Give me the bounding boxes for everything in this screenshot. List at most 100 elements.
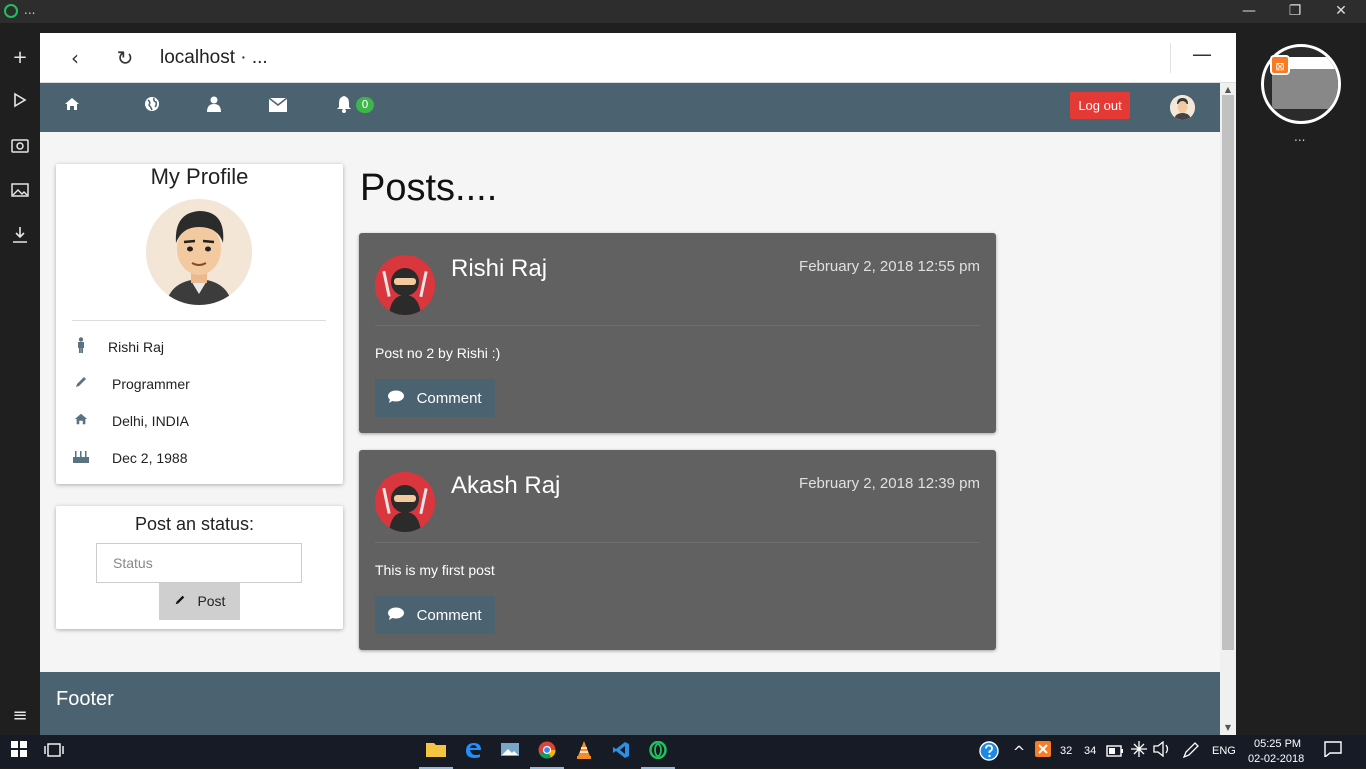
notification-badge: 0 <box>356 97 374 113</box>
bell-icon[interactable] <box>332 95 356 119</box>
opera-logo-icon <box>4 4 18 18</box>
divider <box>375 325 980 326</box>
url-text[interactable]: localhost · ... <box>160 47 268 69</box>
image-icon[interactable] <box>8 181 32 205</box>
windows-start-icon[interactable] <box>8 741 30 763</box>
xampp-tray-icon[interactable] <box>1032 741 1054 763</box>
profile-name: Rishi Raj <box>108 339 165 355</box>
profile-avatar <box>146 199 252 305</box>
post-author[interactable]: Rishi Raj <box>451 255 547 283</box>
play-icon[interactable] <box>8 91 32 115</box>
minimize-window-button[interactable]: — <box>1226 0 1272 23</box>
scrollbar-thumb[interactable] <box>1222 95 1234 650</box>
globe-icon[interactable] <box>140 95 164 119</box>
clock-date[interactable]: 02-02-2018 <box>1248 753 1304 765</box>
language-indicator[interactable]: ENG <box>1212 745 1236 757</box>
task-view-icon[interactable] <box>43 741 65 763</box>
post-card: Akash Raj February 2, 2018 12:39 pm This… <box>359 450 996 650</box>
vertical-scrollbar[interactable]: ▲ ▼ <box>1220 83 1236 735</box>
post-card: Rishi Raj February 2, 2018 12:55 pm Post… <box>359 233 996 433</box>
tray-value-1: 32 <box>1060 745 1073 757</box>
scroll-down-icon[interactable]: ▼ <box>1223 723 1233 733</box>
profile-birthday-row: Dec 2, 1988 <box>72 448 322 470</box>
comment-icon <box>388 607 408 624</box>
page-footer: Footer <box>40 672 1220 735</box>
male-icon <box>72 337 90 359</box>
help-icon[interactable] <box>978 741 1000 763</box>
vlc-icon[interactable] <box>573 741 595 763</box>
profile-occupation-row: Programmer <box>72 374 322 396</box>
home-icon <box>72 411 90 433</box>
xampp-icon: ⊠ <box>1270 55 1290 75</box>
minimize-panel-button[interactable]: — <box>1192 44 1212 65</box>
scroll-up-icon[interactable]: ▲ <box>1223 85 1233 95</box>
file-explorer-icon[interactable] <box>419 741 453 769</box>
status-input[interactable] <box>96 543 302 583</box>
address-bar: ‹ ↻ localhost · ... — <box>40 33 1236 83</box>
comment-button[interactable]: Comment <box>375 596 495 634</box>
comment-icon <box>388 390 408 407</box>
camera-icon[interactable] <box>8 136 32 160</box>
divider <box>375 542 980 543</box>
profile-occupation: Programmer <box>112 376 190 392</box>
post-date: February 2, 2018 12:55 pm <box>799 258 980 275</box>
pen-icon[interactable] <box>1180 741 1202 763</box>
edge-icon[interactable] <box>462 741 484 763</box>
post-date: February 2, 2018 12:39 pm <box>799 475 980 492</box>
notifications-icon[interactable] <box>1322 741 1344 763</box>
reload-button[interactable]: ↻ <box>112 45 138 71</box>
window-titlebar: ... — ❐ ✕ <box>0 0 1366 23</box>
window-title: ... <box>24 3 36 17</box>
post-button-label: Post <box>197 593 226 609</box>
profile-location: Delhi, INDIA <box>112 413 190 429</box>
ninja-avatar <box>375 255 435 315</box>
profile-location-row: Delhi, INDIA <box>72 411 322 433</box>
profile-name-row: Rishi Raj <box>72 337 322 359</box>
comment-button-label: Comment <box>416 389 482 407</box>
chevron-up-icon[interactable]: ^ <box>1008 741 1030 763</box>
post-author[interactable]: Akash Raj <box>451 472 560 500</box>
post-button[interactable]: Post <box>159 582 240 620</box>
vscode-icon[interactable] <box>610 741 632 763</box>
clock-time[interactable]: 05:25 PM <box>1254 738 1301 750</box>
user-avatar[interactable] <box>1170 95 1195 120</box>
home-icon[interactable] <box>60 95 84 119</box>
logout-button[interactable]: Log out <box>1070 92 1130 119</box>
windows-taskbar: ^ 32 34 ENG 05:25 PM 02-02-2018 <box>0 735 1366 769</box>
browser-window: ‹ ↻ localhost · ... — 0 Log out My Profi… <box>40 33 1236 735</box>
volume-icon[interactable] <box>1151 740 1173 763</box>
user-icon[interactable] <box>202 95 226 119</box>
chrome-icon[interactable] <box>530 741 564 769</box>
browser-sidebar: + ≡ <box>0 23 40 735</box>
opera-icon[interactable] <box>641 740 675 769</box>
battery-icon[interactable] <box>1104 741 1126 763</box>
ninja-avatar <box>375 472 435 532</box>
post-status-card: Post an status: Post <box>56 506 343 629</box>
divider <box>1170 43 1171 73</box>
plus-icon[interactable]: + <box>8 46 32 70</box>
web-page: 0 Log out My Profile Rishi Raj Programme… <box>40 83 1220 735</box>
photos-icon[interactable] <box>499 741 521 763</box>
comment-button[interactable]: Comment <box>375 379 495 417</box>
posts-heading: Posts.... <box>360 167 498 209</box>
status-title: Post an status: <box>134 514 255 534</box>
pencil-icon <box>174 593 190 609</box>
profile-birthday: Dec 2, 1988 <box>112 450 188 466</box>
post-text: This is my first post <box>375 562 495 578</box>
footer-text: Footer <box>56 688 114 710</box>
tab-title: ... <box>1294 130 1306 144</box>
tray-value-2: 34 <box>1084 745 1097 757</box>
back-button[interactable]: ‹ <box>62 45 88 71</box>
close-window-button[interactable]: ✕ <box>1318 0 1364 23</box>
network-icon[interactable] <box>1128 741 1150 763</box>
profile-card: My Profile Rishi Raj Programmer Delhi, I… <box>56 164 343 484</box>
download-icon[interactable] <box>8 226 32 250</box>
restore-window-button[interactable]: ❐ <box>1272 0 1318 23</box>
comment-button-label: Comment <box>416 606 482 624</box>
menu-icon[interactable]: ≡ <box>8 704 32 728</box>
profile-title: My Profile <box>150 164 249 189</box>
tab-preview-panel: ⊠ ... <box>1236 23 1366 735</box>
pencil-icon <box>72 374 90 396</box>
top-navbar: 0 Log out <box>40 83 1220 132</box>
envelope-icon[interactable] <box>266 95 290 119</box>
